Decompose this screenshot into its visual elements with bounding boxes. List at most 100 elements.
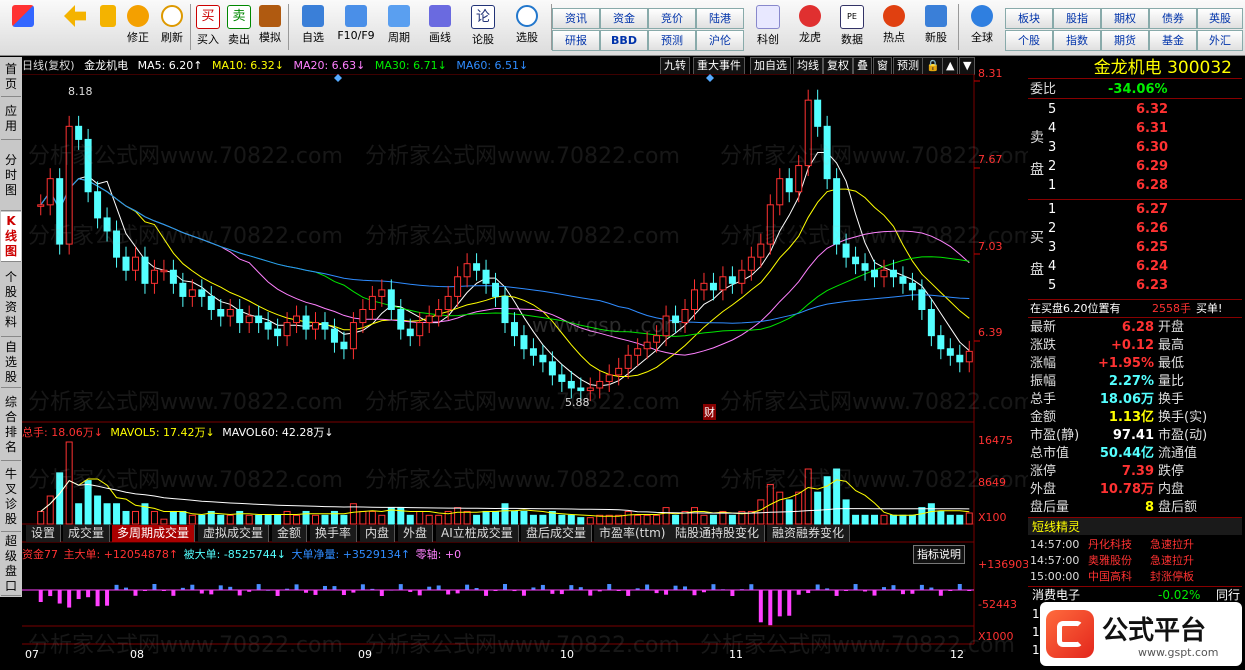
add-watch-button[interactable]: 加自选 xyxy=(750,57,791,75)
volume-bar xyxy=(198,514,206,525)
grid-btn-option[interactable]: 期权 xyxy=(1101,8,1149,29)
forum-button[interactable]: 论论股 xyxy=(463,2,503,52)
grid-btn-hkconnect[interactable]: 陆港 xyxy=(696,8,744,29)
tab-after-volume[interactable]: 盘后成交量 xyxy=(521,525,593,542)
tab-ranking[interactable]: 综合排名 xyxy=(1,389,21,461)
tab-virtual-volume[interactable]: 虚拟成交量 xyxy=(198,525,270,542)
select-stock-button[interactable]: 选股 xyxy=(505,2,549,52)
grid-btn-index-fut[interactable]: 股指 xyxy=(1053,8,1101,29)
up-scroll-button[interactable]: ▲ xyxy=(942,57,959,75)
fund-bar xyxy=(313,590,318,595)
lock-button[interactable]: 🔒 xyxy=(922,57,944,75)
hot-button[interactable]: 热点 xyxy=(874,2,914,52)
candle xyxy=(150,269,158,284)
ipo-button[interactable]: 新股 xyxy=(916,2,956,52)
candle xyxy=(179,282,187,297)
grid-btn-fundx[interactable]: 基金 xyxy=(1149,30,1197,51)
adjust-button[interactable]: 复权 xyxy=(823,57,853,75)
tab-amount[interactable]: 金额 xyxy=(272,525,308,542)
grid-btn-fund[interactable]: 资金 xyxy=(600,8,648,29)
candle xyxy=(757,243,765,258)
period-label[interactable]: 日线(复权) xyxy=(22,59,75,72)
tab-kline[interactable]: K线图 xyxy=(1,212,21,262)
tab-apps[interactable]: 应用 xyxy=(1,98,21,140)
up-down-button[interactable] xyxy=(96,2,120,52)
tab-inner[interactable]: 内盘 xyxy=(360,525,396,542)
grid-btn-forex[interactable]: 外汇 xyxy=(1197,30,1243,51)
tab-pe-ttm[interactable]: 市盈率(ttm) xyxy=(594,525,672,542)
tab-intraday[interactable]: 分时图 xyxy=(1,141,21,211)
refresh-button[interactable]: 刷新 xyxy=(156,2,188,52)
f10-button[interactable]: F10/F9 xyxy=(334,2,378,52)
tab-ai-volume[interactable]: AI立桩成交量 xyxy=(436,525,519,542)
tab-outer[interactable]: 外盘 xyxy=(398,525,434,542)
grid-btn-futures[interactable]: 期货 xyxy=(1101,30,1149,51)
date-09: 09 xyxy=(358,648,372,661)
grid-btn-uk[interactable]: 英股 xyxy=(1197,8,1243,29)
forum-icon: 论 xyxy=(471,5,495,29)
overlay-button[interactable]: 叠 xyxy=(853,57,872,75)
nine-turn-button[interactable]: 九转 xyxy=(660,57,690,75)
news-event: 急速拉升 xyxy=(1150,554,1194,567)
star-icon xyxy=(302,5,324,27)
fund-bar xyxy=(105,590,110,606)
volume-bar xyxy=(103,503,111,525)
tab-volume[interactable]: 成交量 xyxy=(63,525,111,542)
period-button[interactable]: 周期 xyxy=(379,2,419,52)
fund-bar xyxy=(787,590,792,616)
star-market-button[interactable]: 科创 xyxy=(748,2,788,52)
grid-btn-sector[interactable]: 板块 xyxy=(1005,8,1053,29)
indicator-help-button[interactable]: 指标说明 xyxy=(913,545,965,564)
global-button[interactable]: 全球 xyxy=(962,2,1002,52)
back-button[interactable] xyxy=(56,2,94,52)
candle xyxy=(624,354,632,369)
kline-chart[interactable] xyxy=(22,74,1027,666)
level: 5 xyxy=(1048,278,1057,293)
grid-btn-index[interactable]: 指数 xyxy=(1053,30,1101,51)
tab-multi-volume[interactable]: 多周期成交量 xyxy=(112,525,196,542)
tab-northbound[interactable]: 陆股通持股变化 xyxy=(670,525,766,542)
candle xyxy=(103,217,111,232)
dragon-tiger-button[interactable]: 龙虎 xyxy=(790,2,830,52)
home-button[interactable] xyxy=(4,2,42,52)
grid-btn-news[interactable]: 资讯 xyxy=(552,8,600,29)
grid-btn-hulun[interactable]: 沪伦 xyxy=(696,30,744,51)
tab-watchlist[interactable]: 自选股 xyxy=(1,338,21,388)
tab-home[interactable]: 首页 xyxy=(1,57,21,97)
tab-turnover[interactable]: 换手率 xyxy=(310,525,358,542)
sell-button[interactable]: 卖卖出 xyxy=(224,2,254,52)
tab-profile[interactable]: 个股资料 xyxy=(1,263,21,337)
grid-btn-report[interactable]: 研报 xyxy=(552,30,600,51)
buy-label-2: 盘 xyxy=(1030,262,1044,278)
grid-btn-forecast[interactable]: 预测 xyxy=(648,30,696,51)
menu-button[interactable]: ▼ xyxy=(959,57,976,75)
grid-btn-bbd[interactable]: BBD xyxy=(600,30,648,51)
buy-button[interactable]: 买买入 xyxy=(193,2,223,52)
news-title[interactable]: 短线精灵 xyxy=(1028,517,1242,535)
grid-btn-stock[interactable]: 个股 xyxy=(1005,30,1053,51)
finance-event-icon[interactable]: 财 xyxy=(703,404,716,420)
tab-margin[interactable]: 融资融券变化 xyxy=(767,525,851,542)
draw-button[interactable]: 画线 xyxy=(420,2,460,52)
tab-settings[interactable]: 设置 xyxy=(26,525,62,542)
simulate-button[interactable]: 模拟 xyxy=(255,2,285,52)
fix-button[interactable]: 修正 xyxy=(122,2,154,52)
ma-button[interactable]: 均线 xyxy=(793,57,823,75)
tab-super-panel[interactable]: 超级盘口 xyxy=(1,533,21,596)
grid-btn-auction[interactable]: 竞价 xyxy=(648,8,696,29)
candle xyxy=(321,322,329,330)
window-button[interactable]: 窗 xyxy=(873,57,892,75)
candle xyxy=(188,289,196,297)
candle xyxy=(340,341,348,350)
major-events-button[interactable]: 重大事件 xyxy=(693,57,745,75)
forecast-button[interactable]: 预测 xyxy=(893,57,923,75)
grid-btn-bond[interactable]: 债券 xyxy=(1149,8,1197,29)
dragon-tiger-label: 龙虎 xyxy=(799,31,821,44)
candle xyxy=(681,308,689,324)
watchlist-button[interactable]: 自选 xyxy=(293,2,333,52)
tab-diagnose[interactable]: 牛叉诊股 xyxy=(1,462,21,532)
fund-bar xyxy=(692,590,697,596)
vol-axis-3: X100 xyxy=(978,511,1007,524)
star-market-label: 科创 xyxy=(757,33,779,46)
data-button[interactable]: PE 数据 xyxy=(832,2,872,52)
